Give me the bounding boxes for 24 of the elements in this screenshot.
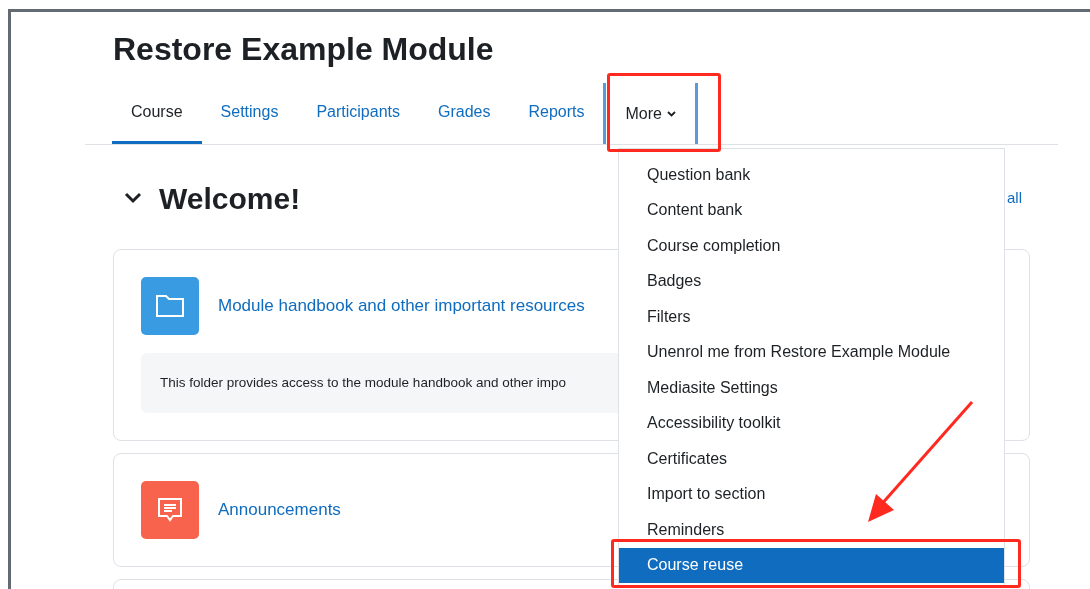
menu-item[interactable]: Question bank <box>619 157 1004 193</box>
nav-tab[interactable]: Settings <box>201 83 298 144</box>
activity-link[interactable]: Module handbook and other important resources <box>218 293 585 319</box>
menu-item[interactable]: Content bank <box>619 192 1004 228</box>
more-tab[interactable]: More <box>603 83 698 144</box>
menu-item[interactable]: Mediasite Settings <box>619 370 1004 406</box>
nav-tab[interactable]: Grades <box>419 83 510 144</box>
activity-description: This folder provides access to the module handbook and other impo <box>160 373 566 392</box>
menu-item[interactable]: Reminders <box>619 512 1004 548</box>
collapse-all-link[interactable]: all <box>1007 186 1022 210</box>
nav-tab[interactable]: Reports <box>509 83 604 144</box>
section-title: Welcome! <box>159 180 301 217</box>
menu-item[interactable]: Course completion <box>619 228 1004 264</box>
nav-tab[interactable]: Participants <box>297 83 419 144</box>
menu-item[interactable]: Filters <box>619 299 1004 335</box>
menu-item[interactable]: Accessibility toolkit <box>619 405 1004 441</box>
menu-item[interactable]: Certificates <box>619 441 1004 477</box>
menu-item[interactable]: Unenrol me from Restore Example Module <box>619 334 1004 370</box>
activity-link[interactable]: Announcements <box>218 497 341 523</box>
menu-item[interactable]: Badges <box>619 263 1004 299</box>
nav-tab[interactable]: Course <box>112 83 202 144</box>
menu-item[interactable]: Course reuse <box>619 547 1004 583</box>
page-title: Restore Example Module <box>113 30 495 69</box>
menu-item[interactable]: Import to section <box>619 476 1004 512</box>
